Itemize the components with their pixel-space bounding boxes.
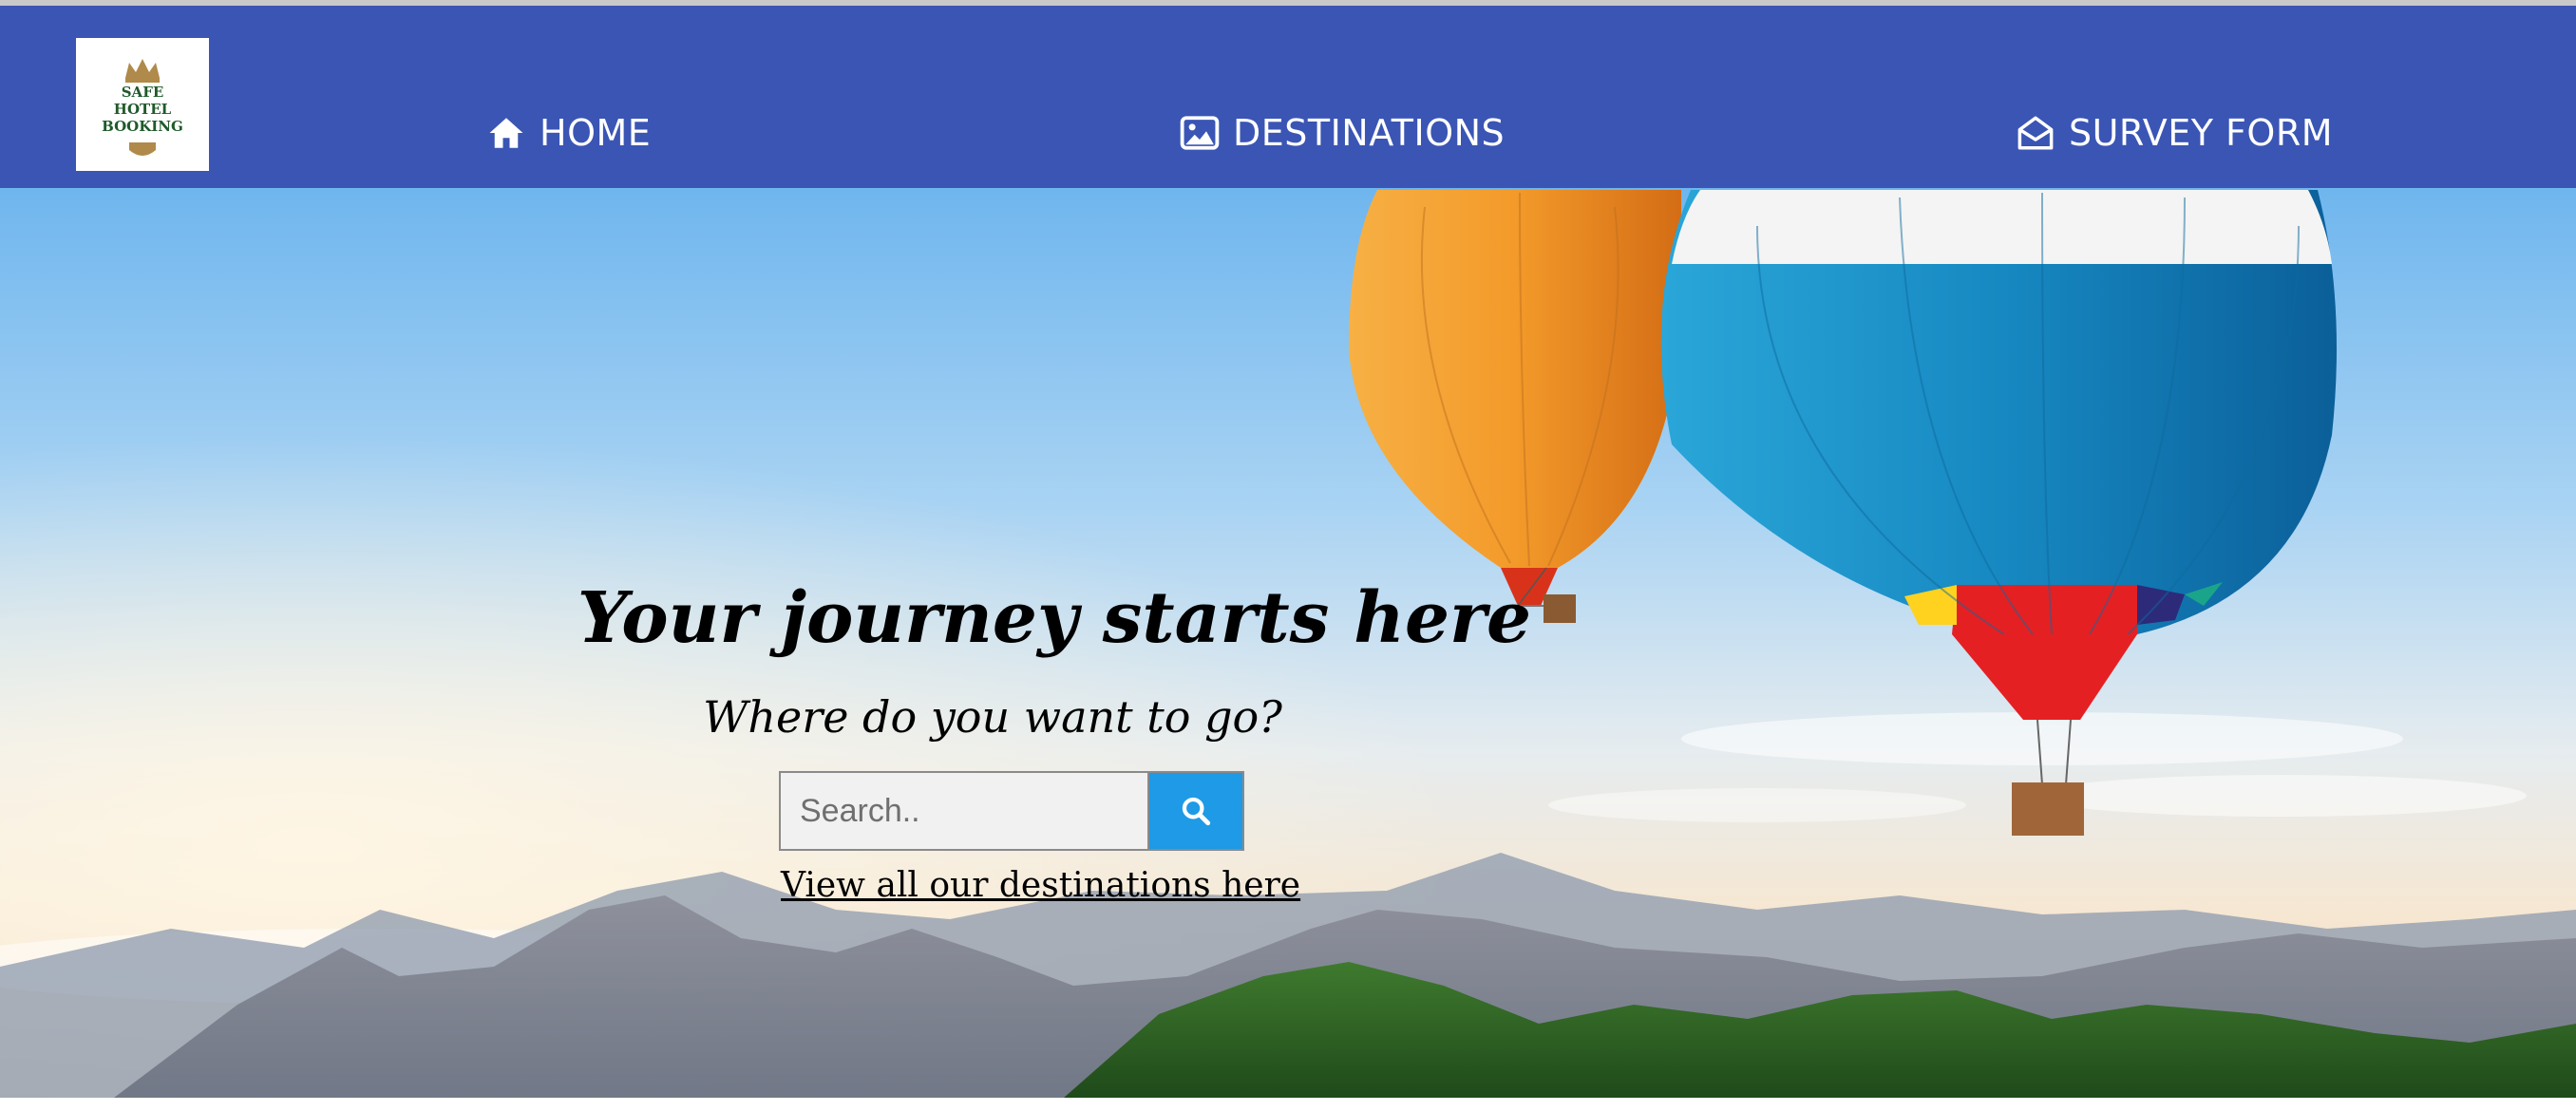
nav-item-destinations-label: DESTINATIONS	[1233, 112, 1506, 154]
envelope-open-icon	[2016, 113, 2055, 153]
navbar: SAFE HOTEL BOOKING HOME DESTINATIONS SUR…	[0, 6, 2576, 188]
logo-line-1: SAFE	[122, 84, 164, 101]
hero-subtitle: Where do you want to go?	[703, 691, 1282, 743]
search-button[interactable]	[1149, 771, 1244, 851]
search-input[interactable]	[779, 771, 1149, 851]
logo-crown-icon: SAFE HOTEL BOOKING	[102, 59, 183, 156]
nav-item-home-label: HOME	[540, 112, 652, 154]
page: SAFE HOTEL BOOKING HOME DESTINATIONS SUR…	[0, 0, 2576, 1111]
hero-banner: Your journey starts here Where do you wa…	[0, 188, 2576, 1098]
home-icon	[486, 113, 526, 153]
image-icon	[1180, 113, 1220, 153]
nav-item-destinations[interactable]: DESTINATIONS	[1180, 108, 1505, 158]
hero-title: Your journey starts here	[577, 577, 1532, 659]
search-icon	[1182, 797, 1211, 826]
logo[interactable]: SAFE HOTEL BOOKING	[76, 38, 209, 171]
view-all-destinations-link[interactable]: View all our destinations here	[781, 866, 1300, 905]
nav-item-survey-form[interactable]: SURVEY FORM	[2016, 108, 2333, 158]
nav-item-home[interactable]: HOME	[486, 108, 651, 158]
search-bar	[779, 771, 1244, 851]
bottom-strip	[0, 1098, 2576, 1111]
nav-item-survey-form-label: SURVEY FORM	[2069, 112, 2334, 154]
logo-line-2: HOTEL	[114, 101, 172, 118]
logo-line-3: BOOKING	[102, 118, 183, 135]
